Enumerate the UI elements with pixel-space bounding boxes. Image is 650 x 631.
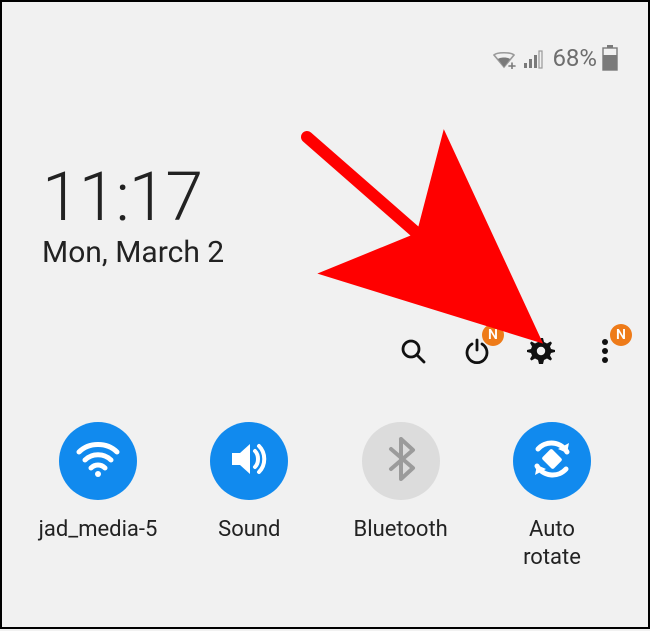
search-button[interactable]	[396, 334, 430, 368]
tile-wifi[interactable]: jad_media-5	[28, 422, 168, 571]
search-icon	[399, 337, 427, 365]
tile-bluetooth-circle	[362, 422, 440, 500]
clock-date: Mon, March 2	[42, 235, 224, 270]
clock-area: 11:17 Mon, March 2	[42, 157, 224, 270]
tile-wifi-circle	[59, 422, 137, 500]
battery-percentage: 68%	[552, 44, 597, 72]
tile-autorotate-label: Auto rotate	[523, 516, 581, 571]
settings-button[interactable]	[524, 334, 558, 368]
tile-sound-label: Sound	[218, 516, 280, 544]
quick-settings-panel: 68% 11:17 Mon, March 2	[2, 2, 648, 627]
tile-sound-circle	[210, 422, 288, 500]
tile-autorotate-circle	[513, 422, 591, 500]
gear-icon	[526, 336, 556, 366]
clock-time: 11:17	[42, 157, 224, 237]
battery-icon	[602, 45, 618, 71]
power-button[interactable]: N	[460, 334, 494, 368]
action-row: N N	[396, 334, 622, 368]
tile-bluetooth[interactable]: Bluetooth	[331, 422, 471, 571]
autorotate-icon	[528, 435, 576, 487]
cellular-signal-icon	[522, 47, 546, 69]
tile-autorotate[interactable]: Auto rotate	[482, 422, 622, 571]
quick-tiles-row: jad_media-5 Sound	[28, 422, 622, 571]
sound-icon	[226, 439, 272, 483]
tile-sound[interactable]: Sound	[179, 422, 319, 571]
power-new-badge: N	[482, 324, 504, 346]
status-bar: 68%	[490, 44, 618, 72]
more-options-button[interactable]: N	[588, 334, 622, 368]
tile-bluetooth-label: Bluetooth	[354, 516, 448, 544]
wifi-icon	[75, 439, 121, 483]
more-vertical-icon	[600, 337, 610, 365]
bluetooth-icon	[386, 437, 416, 485]
wifi-plus-icon	[490, 47, 518, 69]
more-new-badge: N	[610, 324, 632, 346]
tile-wifi-label: jad_media-5	[39, 516, 158, 544]
